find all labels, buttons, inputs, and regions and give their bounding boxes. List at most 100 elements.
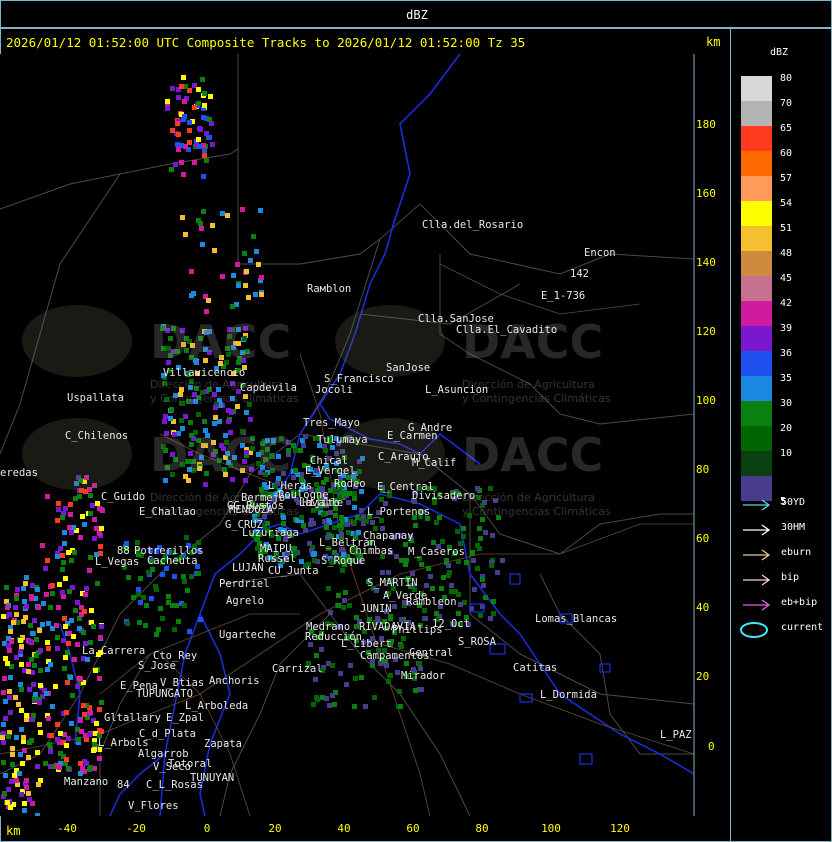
echo-pixel	[456, 559, 461, 564]
echo-pixel	[1, 760, 6, 765]
echo-pixel	[198, 617, 203, 622]
echo-pixel	[26, 662, 31, 667]
echo-pixel	[38, 648, 43, 653]
echo-pixel	[182, 99, 187, 104]
echo-pixel	[243, 283, 248, 288]
echo-pixel	[89, 608, 94, 613]
echo-pixel	[88, 511, 93, 516]
echo-pixel	[207, 135, 212, 140]
echo-pixel	[299, 559, 304, 564]
echo-pixel	[359, 508, 364, 513]
echo-pixel	[198, 221, 203, 226]
echo-pixel	[18, 638, 23, 643]
place-label: Rambleon	[406, 596, 457, 608]
place-label: E_1-736	[541, 290, 586, 302]
echo-pixel	[70, 693, 75, 698]
echo-pixel	[251, 234, 256, 239]
echo-pixel	[254, 249, 259, 254]
echo-pixel	[208, 94, 213, 99]
echo-pixel	[10, 752, 15, 757]
echo-pixel	[410, 571, 415, 576]
scale-swatch	[741, 101, 772, 126]
echo-pixel	[312, 558, 317, 563]
echo-pixel	[291, 546, 296, 551]
echo-pixel	[189, 269, 194, 274]
echo-pixel	[163, 414, 168, 419]
echo-pixel	[166, 594, 171, 599]
echo-pixel	[475, 566, 480, 571]
echo-pixel	[328, 610, 333, 615]
echo-pixel	[95, 501, 100, 506]
echo-pixel	[76, 737, 81, 742]
x-tick-label: 20	[268, 822, 282, 835]
echo-pixel	[434, 611, 439, 616]
echo-pixel	[82, 522, 87, 527]
echo-pixel	[281, 521, 286, 526]
echo-pixel	[183, 232, 188, 237]
echo-pixel	[439, 586, 444, 591]
place-label: JUNIN	[360, 603, 392, 615]
scale-swatch	[741, 176, 772, 201]
echo-pixel	[464, 560, 469, 565]
echo-pixel	[1, 690, 6, 695]
echo-pixel	[88, 765, 93, 770]
echo-pixel	[87, 732, 92, 737]
echo-pixel	[37, 722, 42, 727]
echo-pixel	[332, 702, 337, 707]
place-label: M_Calif	[412, 457, 457, 469]
echo-pixel	[379, 518, 384, 523]
echo-pixel	[196, 137, 201, 142]
echo-pixel	[336, 593, 341, 598]
place-label: V_Flores	[128, 800, 179, 812]
y-tick-label: 40	[696, 601, 710, 614]
echo-pixel	[212, 421, 217, 426]
scale-label: 39	[780, 323, 793, 334]
echo-pixel	[483, 595, 488, 600]
scale-title: dBZ	[770, 47, 789, 58]
echo-pixel	[361, 514, 366, 519]
scale-swatch	[741, 301, 772, 326]
echo-pixel	[26, 755, 31, 760]
echo-pixel	[63, 506, 68, 511]
echo-pixel	[200, 77, 205, 82]
echo-pixel	[12, 773, 17, 778]
echo-pixel	[311, 702, 316, 707]
echo-pixel	[386, 679, 391, 684]
echo-pixel	[447, 570, 452, 575]
echo-pixel	[387, 493, 392, 498]
echo-pixel	[370, 520, 375, 525]
place-label: L_Portenos	[367, 506, 431, 518]
echo-pixel	[10, 746, 15, 751]
place-label: Rамblon	[307, 283, 352, 295]
scale-swatch	[741, 376, 772, 401]
echo-pixel	[64, 710, 69, 715]
echo-pixel	[3, 699, 8, 704]
echo-pixel	[430, 586, 435, 591]
echo-pixel	[356, 530, 361, 535]
echo-pixel	[40, 622, 45, 627]
place-label: LUJAN	[232, 562, 264, 574]
echo-pixel	[301, 443, 306, 448]
echo-pixel	[156, 627, 161, 632]
echo-pixel	[50, 704, 55, 709]
echo-pixel	[35, 764, 40, 769]
echo-pixel	[324, 525, 329, 530]
echo-pixel	[204, 309, 209, 314]
place-label: SanJose	[386, 362, 431, 374]
place-label: Uspallata	[67, 392, 124, 404]
echo-pixel	[170, 86, 175, 91]
echo-pixel	[441, 575, 446, 580]
echo-pixel	[137, 620, 142, 625]
echo-pixel	[332, 525, 337, 530]
echo-pixel	[19, 727, 24, 732]
place-label: Clla.El_Cavadito	[456, 324, 558, 336]
echo-pixel	[98, 635, 103, 640]
echo-pixel	[176, 95, 181, 100]
echo-pixel	[321, 512, 326, 517]
echo-pixel	[220, 211, 225, 216]
echo-pixel	[61, 560, 66, 565]
echo-pixel	[38, 668, 43, 673]
echo-pixel	[144, 603, 149, 608]
echo-pixel	[395, 670, 400, 675]
echo-pixel	[13, 605, 18, 610]
